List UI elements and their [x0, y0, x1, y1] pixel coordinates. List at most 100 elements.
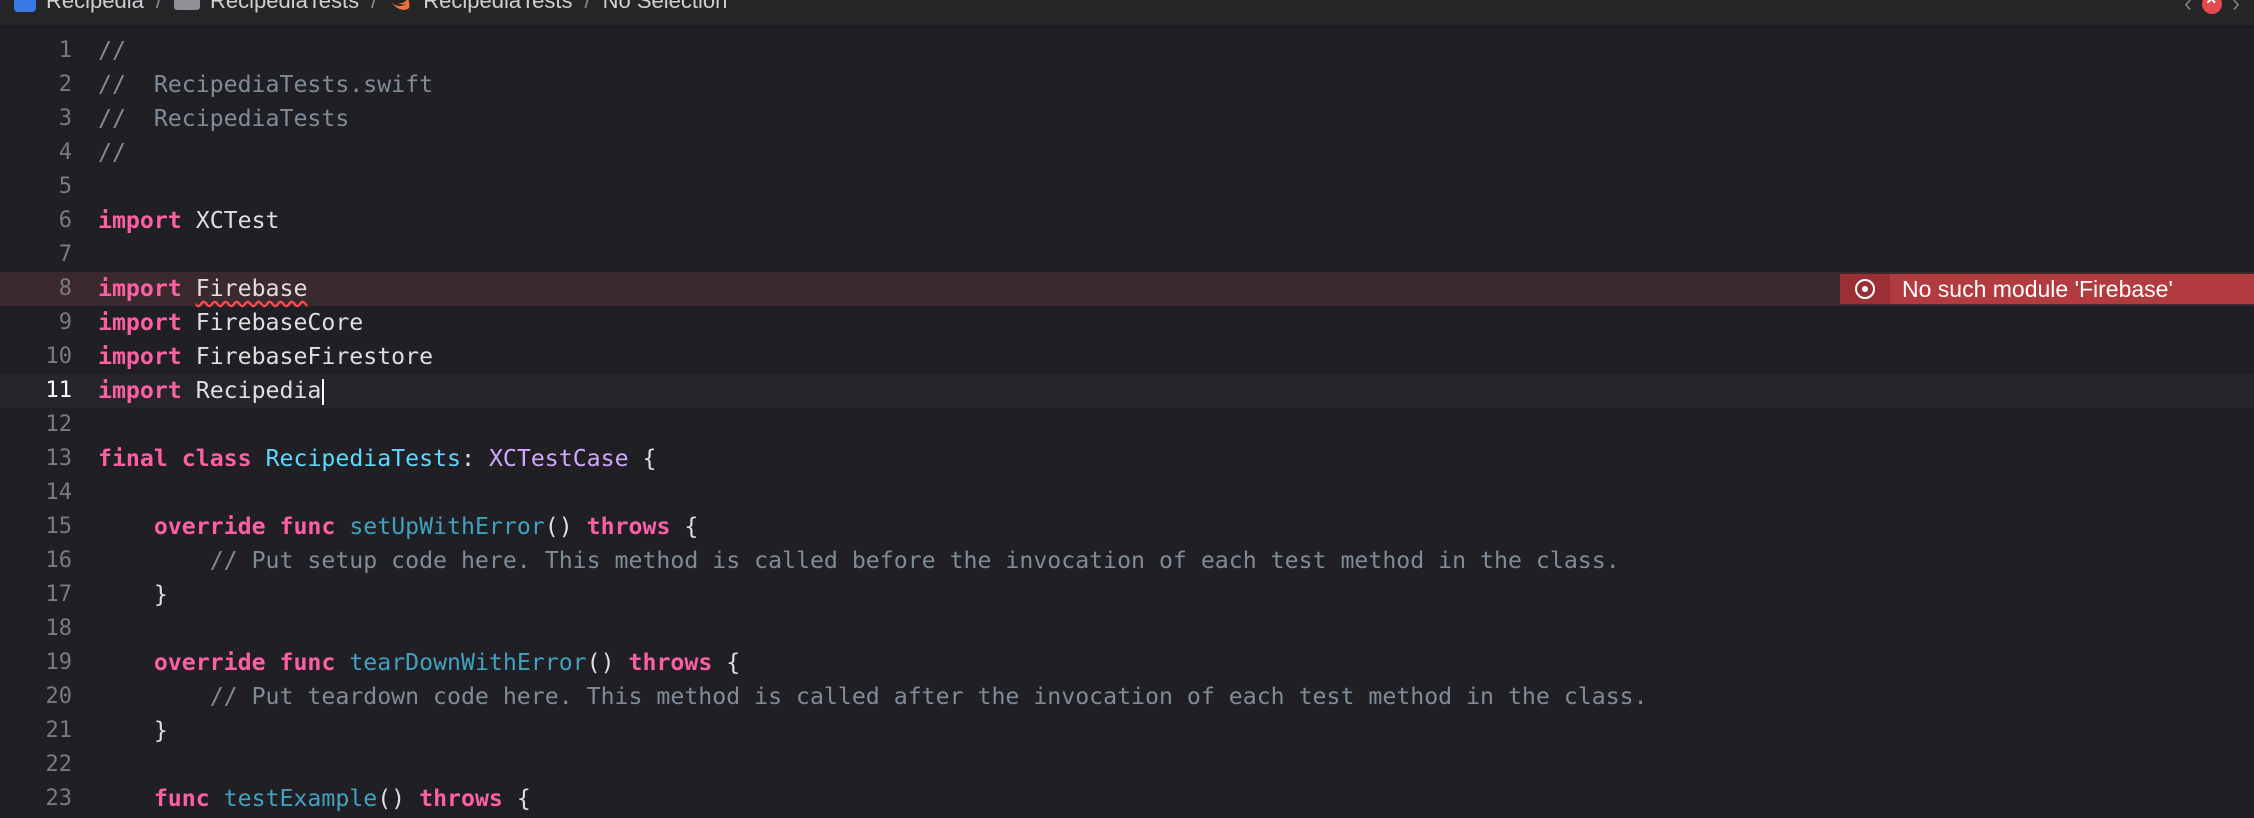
- breadcrumb-folder[interactable]: RecipediaTests: [173, 0, 360, 14]
- class-name: RecipediaTests: [265, 445, 462, 472]
- breadcrumb-file[interactable]: RecipediaTests: [389, 0, 572, 14]
- code-line[interactable]: 19 override func tearDownWithError() thr…: [0, 646, 2254, 680]
- code-line[interactable]: 23 func testExample() throws {: [0, 782, 2254, 816]
- keyword: override: [153, 513, 266, 540]
- breadcrumb-separator: /: [584, 0, 591, 13]
- breadcrumb-selection[interactable]: No Selection: [603, 0, 728, 14]
- next-issue-icon[interactable]: ›: [2232, 0, 2240, 18]
- superclass-name: XCTestCase: [488, 445, 629, 472]
- line-code[interactable]: // RecipediaTests.swift: [98, 68, 433, 102]
- punctuation: }: [153, 717, 168, 744]
- breadcrumb-project-label: Recipedia: [46, 0, 144, 13]
- line-code[interactable]: import FirebaseCore: [98, 306, 363, 340]
- line-number: 18: [45, 616, 73, 641]
- keyword: func: [153, 785, 210, 812]
- line-number: 1: [58, 38, 72, 63]
- breadcrumb-selection-label: No Selection: [602, 0, 728, 13]
- comment: // RecipediaTests: [98, 105, 350, 132]
- punctuation: (): [377, 785, 406, 812]
- code-line[interactable]: 3 // RecipediaTests: [0, 102, 2254, 136]
- breadcrumb-file-label: RecipediaTests: [423, 0, 573, 13]
- line-number: 12: [45, 412, 73, 437]
- code-line[interactable]: 20 // Put teardown code here. This metho…: [0, 680, 2254, 714]
- code-line[interactable]: 12: [0, 408, 2254, 442]
- keyword: throws: [628, 649, 713, 676]
- code-line[interactable]: 21 }: [0, 714, 2254, 748]
- code-line[interactable]: 7: [0, 238, 2254, 272]
- line-code[interactable]: }: [98, 714, 168, 748]
- breadcrumb-folder-label: RecipediaTests: [209, 0, 360, 13]
- comment: // Put setup code here. This method is c…: [209, 547, 1620, 574]
- code-line[interactable]: 2 // RecipediaTests.swift: [0, 68, 2254, 102]
- keyword: override: [153, 649, 266, 676]
- keyword: import: [98, 275, 182, 302]
- code-line[interactable]: 22: [0, 748, 2254, 782]
- code-line[interactable]: 15 override func setUpWithError() throws…: [0, 510, 2254, 544]
- project-icon: [14, 0, 36, 12]
- function-name: tearDownWithError: [349, 649, 587, 676]
- punctuation: (): [544, 513, 573, 540]
- line-number: 6: [58, 208, 72, 233]
- line-code[interactable]: override func tearDownWithError() throws…: [98, 646, 740, 680]
- comment: //: [98, 37, 126, 64]
- code-line[interactable]: 5: [0, 170, 2254, 204]
- previous-issue-icon[interactable]: ‹: [2184, 0, 2192, 18]
- code-line[interactable]: 14: [0, 476, 2254, 510]
- code-line-error[interactable]: 8 import Firebase No such module 'Fireba…: [0, 272, 2254, 306]
- code-line[interactable]: 4 //: [0, 136, 2254, 170]
- code-line[interactable]: 17 }: [0, 578, 2254, 612]
- inline-error-banner[interactable]: No such module 'Firebase': [1840, 274, 2254, 304]
- line-number: 22: [45, 752, 73, 777]
- line-code[interactable]: // RecipediaTests: [98, 102, 349, 136]
- source-editor[interactable]: 1 // 2 // RecipediaTests.swift 3 // Reci…: [0, 26, 2254, 818]
- comment: // Put teardown code here. This method i…: [209, 683, 1648, 710]
- line-number: 21: [45, 718, 73, 743]
- line-number: 10: [45, 344, 73, 369]
- punctuation: :: [461, 445, 475, 472]
- line-code[interactable]: import Recipedia: [98, 374, 325, 408]
- line-number: 19: [45, 650, 73, 675]
- line-number: 11: [45, 378, 73, 403]
- code-line-current[interactable]: 11 import Recipedia: [0, 374, 2254, 408]
- keyword: import: [98, 377, 182, 404]
- code-line[interactable]: 9 import FirebaseCore: [0, 306, 2254, 340]
- line-number: 16: [45, 548, 73, 573]
- line-code[interactable]: import FirebaseFirestore: [98, 340, 433, 374]
- jump-bar: Recipedia / RecipediaTests / RecipediaTe…: [0, 0, 2254, 27]
- line-code[interactable]: // Put setup code here. This method is c…: [98, 544, 1620, 578]
- line-code[interactable]: import Firebase: [98, 272, 307, 306]
- line-number: 9: [58, 310, 72, 335]
- breadcrumb-separator: /: [155, 0, 162, 13]
- line-code[interactable]: func testExample() throws {: [98, 782, 531, 816]
- code-line[interactable]: 1 //: [0, 34, 2254, 68]
- punctuation: {: [726, 649, 741, 676]
- code-line[interactable]: 16 // Put setup code here. This method i…: [0, 544, 2254, 578]
- keyword: import: [98, 343, 182, 370]
- breadcrumb-project[interactable]: Recipedia: [14, 0, 144, 14]
- line-number: 7: [58, 242, 72, 267]
- comment: // RecipediaTests.swift: [98, 71, 434, 98]
- error-indicator-icon[interactable]: [2202, 0, 2222, 14]
- code-line[interactable]: 10 import FirebaseFirestore: [0, 340, 2254, 374]
- line-code[interactable]: import XCTest: [98, 204, 280, 238]
- module-name: XCTest: [195, 207, 280, 234]
- line-code[interactable]: final class RecipediaTests: XCTestCase {: [98, 442, 657, 476]
- function-name: testExample: [223, 785, 378, 812]
- swift-file-icon: [392, 0, 410, 10]
- folder-icon: [173, 0, 200, 10]
- code-line[interactable]: 13 final class RecipediaTests: XCTestCas…: [0, 442, 2254, 476]
- keyword: class: [181, 445, 252, 472]
- line-number: 13: [45, 446, 73, 471]
- line-number: 17: [45, 582, 73, 607]
- punctuation: }: [153, 581, 168, 608]
- module-name: Firebase: [195, 275, 308, 302]
- code-line[interactable]: 18: [0, 612, 2254, 646]
- line-code[interactable]: }: [98, 578, 168, 612]
- punctuation: {: [516, 785, 531, 812]
- keyword: func: [279, 513, 336, 540]
- code-line[interactable]: 6 import XCTest: [0, 204, 2254, 238]
- line-code[interactable]: override func setUpWithError() throws {: [98, 510, 699, 544]
- line-code[interactable]: // Put teardown code here. This method i…: [98, 680, 1648, 714]
- line-code[interactable]: //: [98, 34, 126, 68]
- line-code[interactable]: //: [98, 136, 126, 170]
